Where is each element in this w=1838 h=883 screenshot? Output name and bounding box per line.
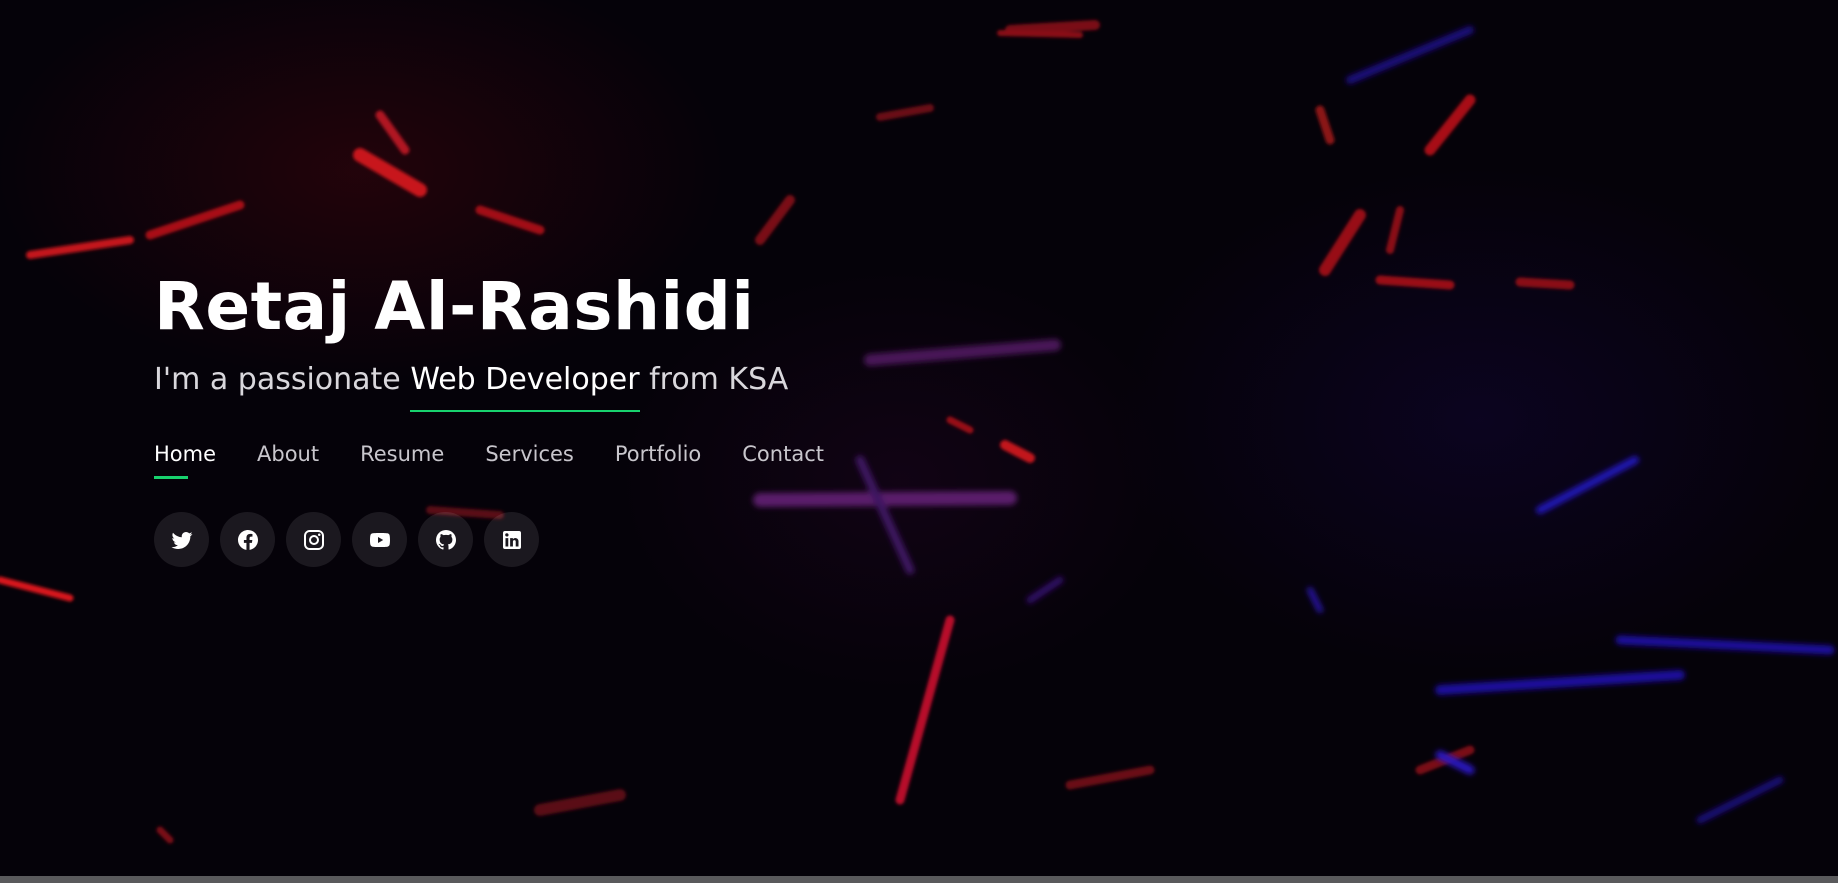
nav-item-home[interactable]: Home bbox=[154, 440, 216, 480]
hero-tagline: I'm a passionate Web Developer from KSA bbox=[154, 358, 824, 412]
typed-role: Web Developer bbox=[410, 358, 640, 412]
hero-name: Retaj Al-Rashidi bbox=[154, 268, 755, 345]
social-links bbox=[154, 512, 824, 567]
main-nav: Home About Resume Services Portfolio Con… bbox=[154, 440, 824, 480]
twitter-icon bbox=[171, 531, 192, 549]
instagram-icon bbox=[303, 529, 324, 550]
hero-content: Retaj Al-Rashidi I'm a passionate Web De… bbox=[154, 262, 824, 567]
youtube-icon bbox=[369, 532, 390, 547]
nav-item-contact[interactable]: Contact bbox=[742, 440, 824, 480]
nav-item-about[interactable]: About bbox=[257, 440, 319, 480]
linkedin-icon bbox=[502, 530, 521, 549]
tagline-prefix: I'm a passionate bbox=[154, 362, 411, 397]
facebook-link[interactable] bbox=[220, 512, 275, 567]
hero-section: Retaj Al-Rashidi I'm a passionate Web De… bbox=[0, 0, 1838, 876]
nav-item-resume[interactable]: Resume bbox=[360, 440, 444, 480]
github-icon bbox=[435, 529, 456, 550]
github-link[interactable] bbox=[418, 512, 473, 567]
linkedin-link[interactable] bbox=[484, 512, 539, 567]
facebook-icon bbox=[237, 529, 258, 550]
instagram-link[interactable] bbox=[286, 512, 341, 567]
youtube-link[interactable] bbox=[352, 512, 407, 567]
nav-item-services[interactable]: Services bbox=[485, 440, 574, 480]
twitter-link[interactable] bbox=[154, 512, 209, 567]
tagline-suffix: from KSA bbox=[639, 362, 789, 397]
bottom-scrollbar bbox=[0, 876, 1838, 883]
nav-item-portfolio[interactable]: Portfolio bbox=[615, 440, 701, 480]
